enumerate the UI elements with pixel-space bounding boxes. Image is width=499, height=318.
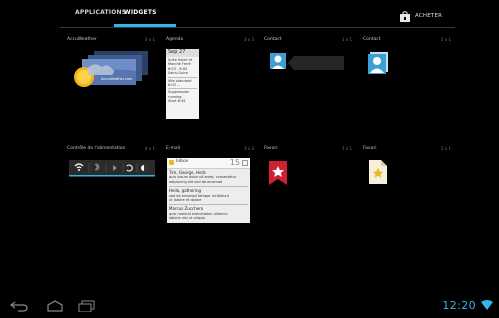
widget-size: 1 x 1	[441, 37, 451, 42]
back-icon[interactable]	[10, 300, 28, 312]
widget-name: Agenda	[166, 37, 184, 42]
home-icon[interactable]	[46, 300, 64, 312]
agenda-line: Start 6:45	[168, 99, 186, 104]
widget-size: 3 x 1	[145, 37, 155, 42]
widget-size: 3 x 3	[244, 37, 254, 42]
top-divider	[60, 27, 455, 28]
widget-size: 1 x 1	[342, 146, 352, 151]
widget-name: Contrôle de l'alimentation	[67, 146, 126, 151]
bookmark-page-icon	[369, 160, 387, 184]
status-clock[interactable]: 12:20	[442, 299, 476, 312]
widget-size: 3 x 3	[244, 146, 254, 151]
wifi-signal-icon	[481, 300, 493, 310]
email-snippet: adipiscing elit sed do eiusmod	[169, 179, 223, 184]
widget-name: E-mail	[166, 146, 181, 151]
widget-favori-2[interactable]: Favori 1 x 1	[363, 146, 451, 191]
recent-apps-icon[interactable]	[78, 300, 96, 312]
bookmark-icon	[269, 161, 287, 185]
agenda-preview: Sep 27 Suite Soleil et Marché Ferré 6:03…	[166, 49, 199, 119]
email-unread-count: 15	[229, 158, 240, 167]
agenda-date: Sep 27	[166, 49, 199, 57]
widget-size: 4 x 1	[145, 146, 155, 151]
widget-contact-1[interactable]: Contact 1 x 1	[264, 37, 352, 77]
email-icon	[169, 160, 174, 165]
accuweather-brand: AccuWeather.com	[101, 77, 133, 81]
email-preview: Inbox 15 Tim, George, Herb quis ipsum do…	[167, 158, 250, 223]
widget-name: AccuWeather	[67, 37, 97, 42]
shopping-bag-icon[interactable]	[399, 11, 411, 22]
power-control-preview	[69, 160, 155, 177]
widget-name: Contact	[363, 37, 381, 42]
email-inbox-title: Inbox	[176, 159, 189, 164]
widget-size: 1 x 1	[342, 37, 352, 42]
tab-widgets[interactable]: WIDGETS	[124, 9, 157, 16]
widget-size: 1 x 1	[441, 146, 451, 151]
widget-email[interactable]: E-mail 3 x 3 Inbox 15 Tim, George, Herb …	[166, 146, 254, 226]
compose-icon	[242, 160, 248, 166]
widget-favori-1[interactable]: Favori 1 x 1	[264, 146, 352, 191]
contact-icon	[270, 53, 344, 70]
widget-name: Contact	[264, 37, 282, 42]
email-snippet: ut labore et dolore	[169, 198, 202, 203]
agenda-line: 6:03 ...	[168, 83, 181, 88]
widget-power-control[interactable]: Contrôle de l'alimentation 4 x 1	[67, 146, 155, 181]
widget-accuweather[interactable]: AccuWeather 3 x 1 AccuWeather.com	[67, 37, 155, 117]
widget-name: Favori	[363, 146, 377, 151]
agenda-line: Saint-Guire	[168, 71, 188, 76]
email-snippet: laboris nisi ut aliquip	[169, 216, 206, 221]
system-navigation-bar: 12:20	[0, 296, 499, 318]
accuweather-preview	[74, 51, 148, 87]
widget-agenda[interactable]: Agenda 3 x 3 Sep 27 Suite Soleil et Marc…	[166, 37, 254, 122]
contact-card-icon	[368, 52, 388, 74]
buy-button-label[interactable]: ACHETER	[415, 13, 442, 19]
widget-contact-2[interactable]: Contact 1 x 1	[363, 37, 451, 77]
top-bar: APPLICATIONS WIDGETS ACHETER	[0, 0, 499, 30]
tab-applications[interactable]: APPLICATIONS	[75, 9, 126, 16]
widget-name: Favori	[264, 146, 278, 151]
